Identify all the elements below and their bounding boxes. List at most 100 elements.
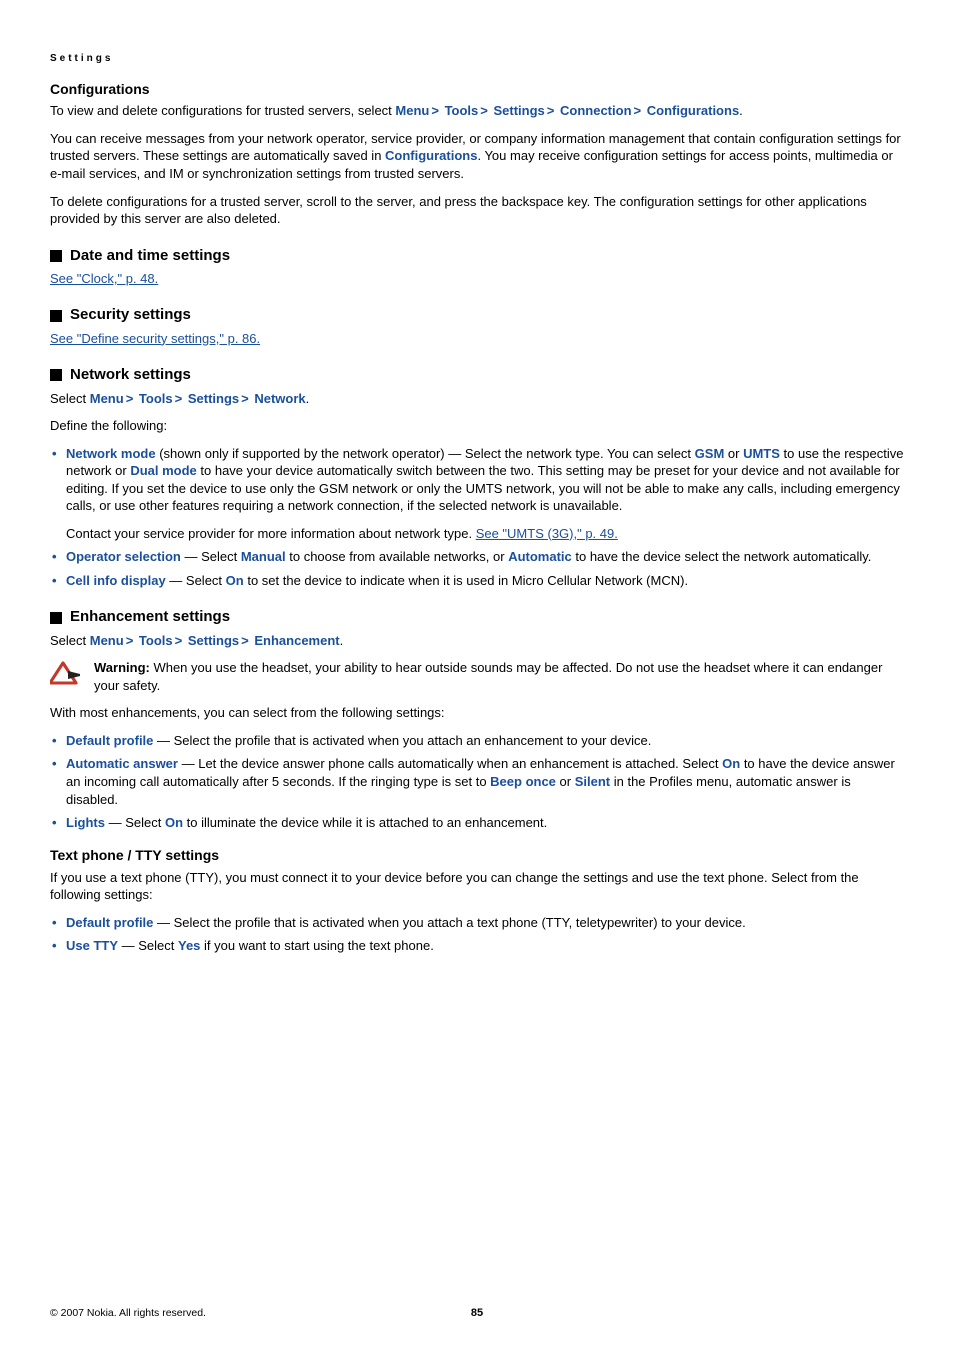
text: — Select (118, 938, 178, 953)
text: . (306, 391, 310, 406)
tools-term: Tools (139, 633, 173, 648)
separator-icon: > (632, 103, 644, 118)
enhancement-term: Enhancement (254, 633, 339, 648)
configurations-para-2: You can receive messages from your netwo… (50, 130, 904, 183)
automatic-answer-label: Automatic answer (66, 756, 178, 771)
dual-mode-term: Dual mode (130, 463, 196, 478)
configurations-heading: Configurations (50, 80, 904, 99)
enhancement-intro: With most enhancements, you can select f… (50, 704, 904, 722)
text: — Let the device answer phone calls auto… (178, 756, 722, 771)
tty-heading: Text phone / TTY settings (50, 846, 904, 865)
network-define: Define the following: (50, 417, 904, 435)
separator-icon: > (173, 391, 185, 406)
list-item: Default profile — Select the profile tha… (50, 732, 904, 750)
lights-label: Lights (66, 815, 105, 830)
configurations-term: Configurations (385, 148, 477, 163)
beep-once-term: Beep once (490, 774, 556, 789)
enhancement-select-path: Select Menu> Tools> Settings> Enhancemen… (50, 632, 904, 650)
list-item: Default profile — Select the profile tha… (50, 914, 904, 932)
warning-label: Warning: (94, 660, 153, 675)
tools-term: Tools (139, 391, 173, 406)
text: (shown only if supported by the network … (156, 446, 695, 461)
silent-term: Silent (575, 774, 610, 789)
enhancement-heading: Enhancement settings (70, 607, 230, 627)
settings-term: Settings (494, 103, 545, 118)
list-item: Automatic answer — Let the device answer… (50, 755, 904, 808)
network-term: Network (254, 391, 305, 406)
square-bullet-icon (50, 250, 62, 262)
text: . (340, 633, 344, 648)
yes-term: Yes (178, 938, 200, 953)
configurations-path-text: To view and delete configurations for tr… (50, 102, 904, 120)
separator-icon: > (429, 103, 441, 118)
network-bullet-list: Network mode (shown only if supported by… (50, 445, 904, 590)
square-bullet-icon (50, 612, 62, 624)
security-heading: Security settings (70, 305, 191, 325)
list-item: Lights — Select On to illuminate the dev… (50, 814, 904, 832)
text: — Select the profile that is activated w… (153, 915, 745, 930)
settings-term: Settings (188, 633, 239, 648)
menu-term: Menu (90, 633, 124, 648)
square-bullet-icon (50, 310, 62, 322)
page-header-section: Settings (50, 52, 904, 66)
menu-term: Menu (395, 103, 429, 118)
default-profile-label: Default profile (66, 733, 153, 748)
use-tty-label: Use TTY (66, 938, 118, 953)
separator-icon: > (239, 633, 251, 648)
umts-term: UMTS (743, 446, 780, 461)
square-bullet-icon (50, 369, 62, 381)
list-item: Operator selection — Select Manual to ch… (50, 548, 904, 566)
text: if you want to start using the text phon… (200, 938, 433, 953)
separator-icon: > (545, 103, 557, 118)
text: to have the device select the network au… (572, 549, 872, 564)
warning-text-block: Warning: When you use the headset, your … (94, 659, 904, 694)
text: — Select (166, 573, 226, 588)
umts-link[interactable]: See "UMTS (3G)," p. 49. (476, 526, 618, 541)
text: Select (50, 633, 90, 648)
automatic-term: Automatic (508, 549, 572, 564)
default-profile-label: Default profile (66, 915, 153, 930)
menu-term: Menu (90, 391, 124, 406)
separator-icon: > (173, 633, 185, 648)
operator-selection-label: Operator selection (66, 549, 181, 564)
text: or (556, 774, 575, 789)
text: . (739, 103, 743, 118)
on-term: On (722, 756, 740, 771)
configurations-term: Configurations (647, 103, 739, 118)
configurations-para-3: To delete configurations for a trusted s… (50, 193, 904, 228)
text: To view and delete configurations for tr… (50, 103, 395, 118)
security-link[interactable]: See "Define security settings," p. 86. (50, 331, 260, 346)
text: — Select (105, 815, 165, 830)
network-mode-label: Network mode (66, 446, 156, 461)
list-item: Network mode (shown only if supported by… (50, 445, 904, 543)
clock-link[interactable]: See "Clock," p. 48. (50, 271, 158, 286)
connection-term: Connection (560, 103, 632, 118)
enhancement-bullet-list: Default profile — Select the profile tha… (50, 732, 904, 832)
text: to set the device to indicate when it is… (244, 573, 688, 588)
date-time-heading: Date and time settings (70, 246, 230, 266)
list-item: Use TTY — Select Yes if you want to star… (50, 937, 904, 955)
separator-icon: > (124, 633, 136, 648)
tty-bullet-list: Default profile — Select the profile tha… (50, 914, 904, 955)
settings-term: Settings (188, 391, 239, 406)
tools-term: Tools (445, 103, 479, 118)
separator-icon: > (239, 391, 251, 406)
cell-info-label: Cell info display (66, 573, 166, 588)
network-heading: Network settings (70, 365, 191, 385)
page-number: 85 (471, 1306, 483, 1321)
gsm-term: GSM (695, 446, 725, 461)
footer-copyright: © 2007 Nokia. All rights reserved. (50, 1307, 206, 1319)
network-select-path: Select Menu> Tools> Settings> Network. (50, 390, 904, 408)
warning-body: When you use the headset, your ability t… (94, 660, 882, 693)
tty-intro: If you use a text phone (TTY), you must … (50, 869, 904, 904)
text: to choose from available networks, or (286, 549, 509, 564)
text: — Select (181, 549, 241, 564)
text: Contact your service provider for more i… (66, 526, 476, 541)
text: — Select the profile that is activated w… (153, 733, 651, 748)
manual-term: Manual (241, 549, 286, 564)
text: or (724, 446, 743, 461)
list-item: Cell info display — Select On to set the… (50, 572, 904, 590)
separator-icon: > (478, 103, 490, 118)
warning-icon (50, 661, 80, 690)
text: to illuminate the device while it is att… (183, 815, 547, 830)
